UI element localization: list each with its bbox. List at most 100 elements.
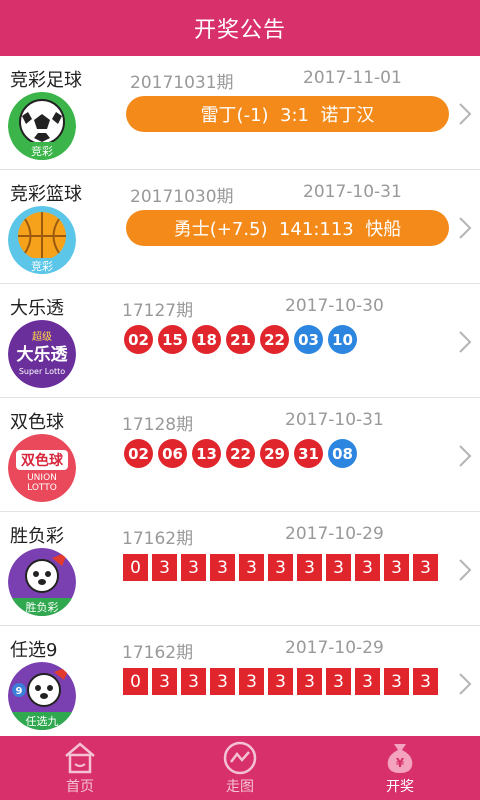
svg-text:9: 9	[16, 686, 23, 697]
list-item-dlt[interactable]: 大乐透 超级 大乐透 Super Lotto 17127期 2017-10-30…	[0, 284, 480, 398]
list-item-jclq[interactable]: 竞彩篮球 竞彩 20171030期 2017-10-31 勇士(+7.5) 14…	[0, 170, 480, 284]
svg-text:任选九: 任选九	[26, 715, 59, 728]
red-ball: 21	[226, 325, 255, 354]
draw-date: 2017-10-31	[303, 182, 402, 202]
issue-number: 17162期	[122, 643, 194, 663]
lottery-name: 大乐透	[10, 298, 64, 319]
page-title: 开奖公告	[193, 18, 286, 43]
red-ball: 22	[260, 325, 289, 354]
chevron-right-icon	[459, 673, 472, 695]
digit-box: 3	[210, 668, 235, 695]
blue-ball: 03	[294, 325, 323, 354]
digit-box: 3	[268, 554, 293, 581]
list-item-sfc[interactable]: 胜负彩 胜负彩 17162期 2017-10-29 0 3 3 3 3 3 3 …	[0, 512, 480, 626]
svg-text:胜负彩: 胜负彩	[26, 600, 59, 614]
chevron-right-icon	[459, 103, 472, 125]
draw-date: 2017-10-29	[285, 638, 384, 658]
digit-box: 3	[239, 554, 264, 581]
red-ball: 18	[192, 325, 221, 354]
tab-trend[interactable]: 走图	[160, 736, 320, 800]
draw-date: 2017-10-31	[285, 410, 384, 430]
digit-box: 3	[355, 554, 380, 581]
tab-label: 走图	[226, 779, 254, 795]
tab-home[interactable]: 首页	[0, 736, 160, 800]
home-icon	[65, 742, 95, 774]
bottom-tab-bar: 首页 走图 ¥ 开奖	[0, 736, 480, 800]
svg-text:Super Lotto: Super Lotto	[19, 367, 65, 376]
pick-nine-logo-icon: 9 任选九	[8, 662, 76, 730]
svg-text:¥: ¥	[396, 756, 405, 770]
match-result-pill: 勇士(+7.5) 141:113 快船	[126, 210, 449, 246]
svg-text:竞彩: 竞彩	[31, 144, 53, 158]
svg-text:双色球: 双色球	[21, 452, 64, 469]
issue-number: 20171031期	[130, 73, 234, 93]
lottery-name: 竞彩足球	[10, 70, 82, 91]
svg-text:大乐透: 大乐透	[17, 344, 69, 365]
chevron-right-icon	[459, 559, 472, 581]
digit-box: 3	[384, 668, 409, 695]
draw-numbers: 02 06 13 22 29 31 08	[124, 439, 357, 468]
match-result-pill: 雷丁(-1) 3:1 诺丁汉	[126, 96, 449, 132]
digit-box: 3	[152, 668, 177, 695]
trend-chart-icon	[223, 741, 257, 775]
issue-number: 17127期	[122, 301, 194, 321]
digit-box: 3	[326, 554, 351, 581]
digit-box: 0	[123, 554, 148, 581]
tab-results[interactable]: ¥ 开奖	[320, 736, 480, 800]
win-lose-logo-icon: 胜负彩	[8, 548, 76, 616]
digit-box: 3	[413, 668, 438, 695]
svg-text:LOTTO: LOTTO	[27, 483, 57, 493]
draw-numbers: 02 15 18 21 22 03 10	[124, 325, 357, 354]
red-ball: 22	[226, 439, 255, 468]
list-item-jczq[interactable]: 竞彩足球 竞彩 20171031期 2017-11-01 雷丁(-1) 3:1 …	[0, 56, 480, 170]
chevron-right-icon	[459, 331, 472, 353]
digit-box: 3	[326, 668, 351, 695]
blue-ball: 10	[328, 325, 357, 354]
digit-box: 3	[181, 668, 206, 695]
digit-box: 3	[413, 554, 438, 581]
red-ball: 29	[260, 439, 289, 468]
chevron-right-icon	[459, 217, 472, 239]
draw-date: 2017-10-29	[285, 524, 384, 544]
draw-date: 2017-11-01	[303, 68, 402, 88]
lottery-name: 双色球	[10, 412, 64, 433]
red-ball: 02	[124, 325, 153, 354]
app-header: 开奖公告	[0, 0, 480, 56]
red-ball: 06	[158, 439, 187, 468]
draw-digits: 0 3 3 3 3 3 3 3 3 3 3	[123, 554, 438, 581]
lottery-name: 任选9	[10, 640, 58, 661]
digit-box: 3	[181, 554, 206, 581]
union-lotto-logo-icon: 双色球 UNION LOTTO	[8, 434, 76, 502]
lottery-name: 竞彩篮球	[10, 184, 82, 205]
digit-box: 3	[297, 554, 322, 581]
svg-text:UNION: UNION	[27, 473, 57, 483]
digit-box: 3	[297, 668, 322, 695]
list-item-ssq[interactable]: 双色球 双色球 UNION LOTTO 17128期 2017-10-31 02…	[0, 398, 480, 512]
football-logo-icon: 竞彩	[8, 92, 76, 160]
red-ball: 02	[124, 439, 153, 468]
list-item-rx9[interactable]: 任选9 9 任选九 17162期 2017-10-29 0 3 3 3 3 3	[0, 626, 480, 740]
digit-box: 3	[152, 554, 177, 581]
issue-number: 17128期	[122, 415, 194, 435]
red-ball: 13	[192, 439, 221, 468]
issue-number: 20171030期	[130, 187, 234, 207]
digit-box: 3	[268, 668, 293, 695]
digit-box: 3	[210, 554, 235, 581]
digit-box: 3	[239, 668, 264, 695]
digit-box: 3	[355, 668, 380, 695]
basketball-logo-icon: 竞彩	[8, 206, 76, 274]
tab-label: 首页	[66, 779, 94, 795]
lottery-name: 胜负彩	[10, 526, 64, 547]
red-ball: 31	[294, 439, 323, 468]
digit-box: 0	[123, 668, 148, 695]
draw-date: 2017-10-30	[285, 296, 384, 316]
blue-ball: 08	[328, 439, 357, 468]
tab-label: 开奖	[386, 779, 414, 795]
issue-number: 17162期	[122, 529, 194, 549]
money-bag-icon: ¥	[387, 744, 413, 773]
lottery-results-list: 竞彩足球 竞彩 20171031期 2017-11-01 雷丁(-1) 3:1 …	[0, 56, 480, 740]
digit-box: 3	[384, 554, 409, 581]
chevron-right-icon	[459, 445, 472, 467]
red-ball: 15	[158, 325, 187, 354]
super-lotto-logo-icon: 超级 大乐透 Super Lotto	[8, 320, 76, 388]
